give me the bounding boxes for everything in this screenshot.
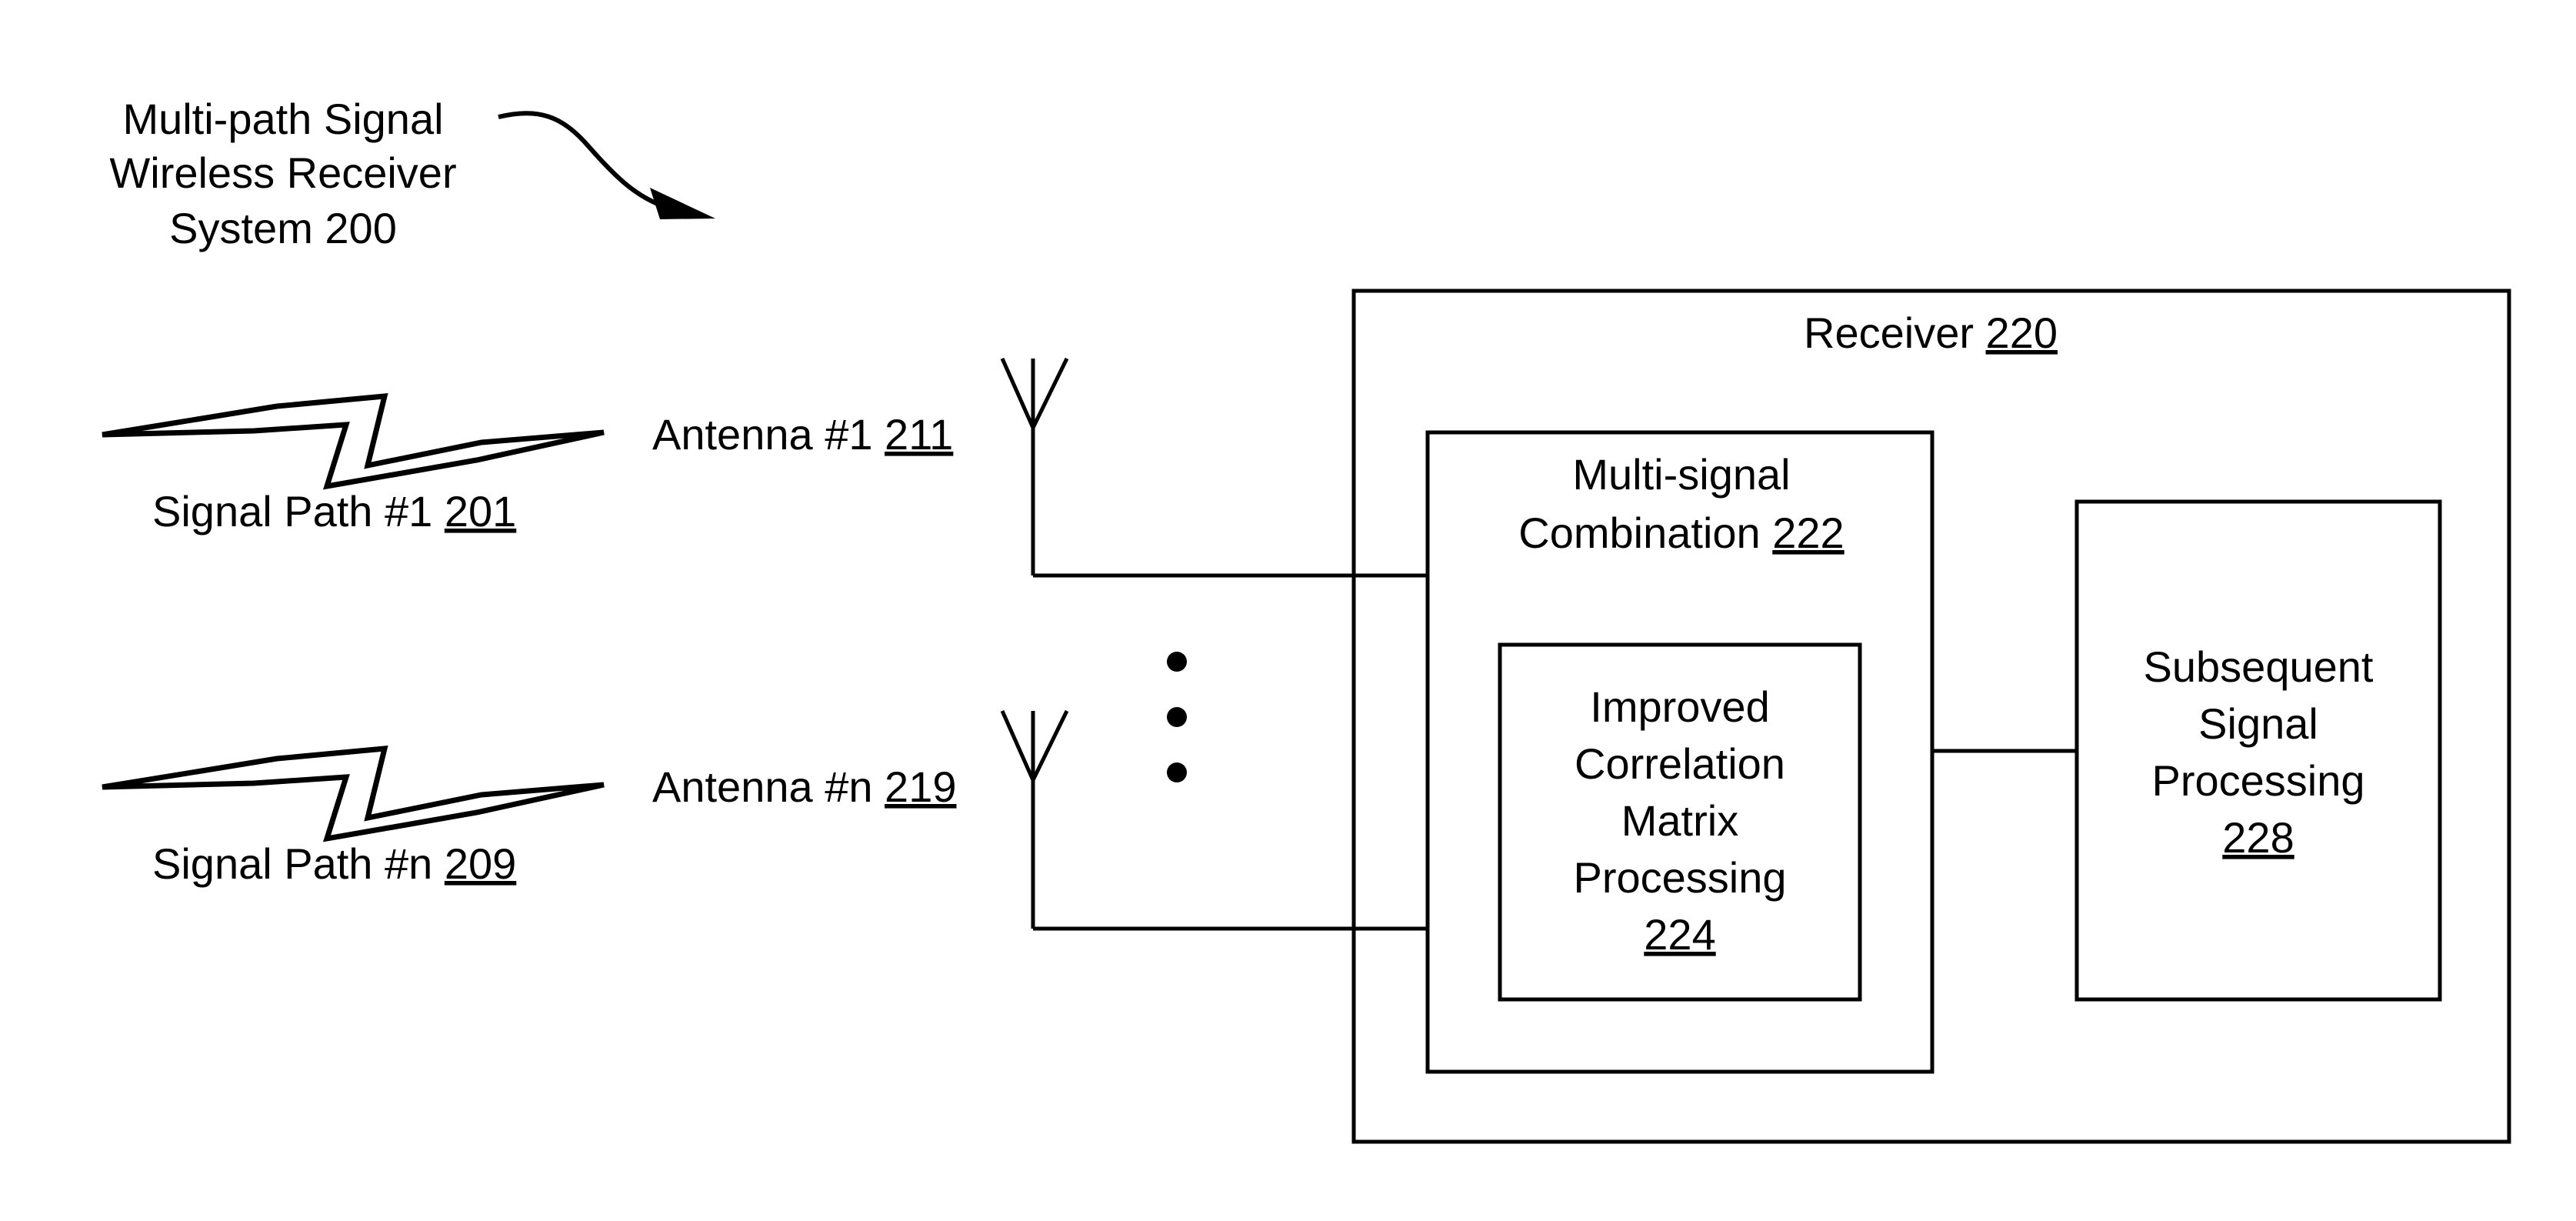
title-line-2: Wireless Receiver	[109, 148, 456, 197]
title-line-1: Multi-path Signal	[122, 95, 443, 143]
signal-path-1-lightning-icon	[102, 393, 605, 490]
antenna-n-icon	[1000, 709, 1069, 929]
diagram-canvas: Multi-path Signal Wireless Receiver Syst…	[102, 95, 2511, 1144]
multi-signal-line-1: Multi-signal	[1572, 450, 1790, 499]
receiver-label: Receiver 220	[1804, 309, 2058, 357]
title-arrowhead-icon	[650, 188, 715, 219]
title-line-3: System 200	[169, 204, 397, 252]
improved-ref: 224	[1644, 910, 1715, 959]
multi-signal-line-2: Combination 222	[1518, 509, 1844, 557]
ellipsis-dots-icon	[1167, 652, 1187, 782]
system-title: Multi-path Signal Wireless Receiver Syst…	[109, 95, 456, 252]
improved-line-2: Correlation	[1575, 739, 1785, 788]
antenna-1-label: Antenna #1 211	[652, 410, 953, 459]
antenna-1-icon	[1000, 357, 1069, 575]
subsequent-line-2: Signal	[2198, 699, 2318, 748]
subsequent-ref: 228	[2222, 813, 2294, 862]
subsequent-signal-processing-box[interactable]	[2074, 499, 2442, 1002]
signal-path-1-label: Signal Path #1 201	[152, 487, 516, 535]
subsequent-line-1: Subsequent	[2144, 642, 2374, 691]
improved-line-3: Matrix	[1621, 796, 1738, 845]
improved-line-4: Processing	[1573, 853, 1786, 902]
title-pointer-arrow	[498, 111, 674, 212]
signal-path-n-label: Signal Path #n 209	[152, 839, 516, 888]
antenna-n-label: Antenna #n 219	[652, 762, 956, 811]
subsequent-line-3: Processing	[2151, 756, 2364, 805]
signal-path-n-lightning-icon	[102, 746, 605, 842]
improved-line-1: Improved	[1590, 682, 1769, 731]
